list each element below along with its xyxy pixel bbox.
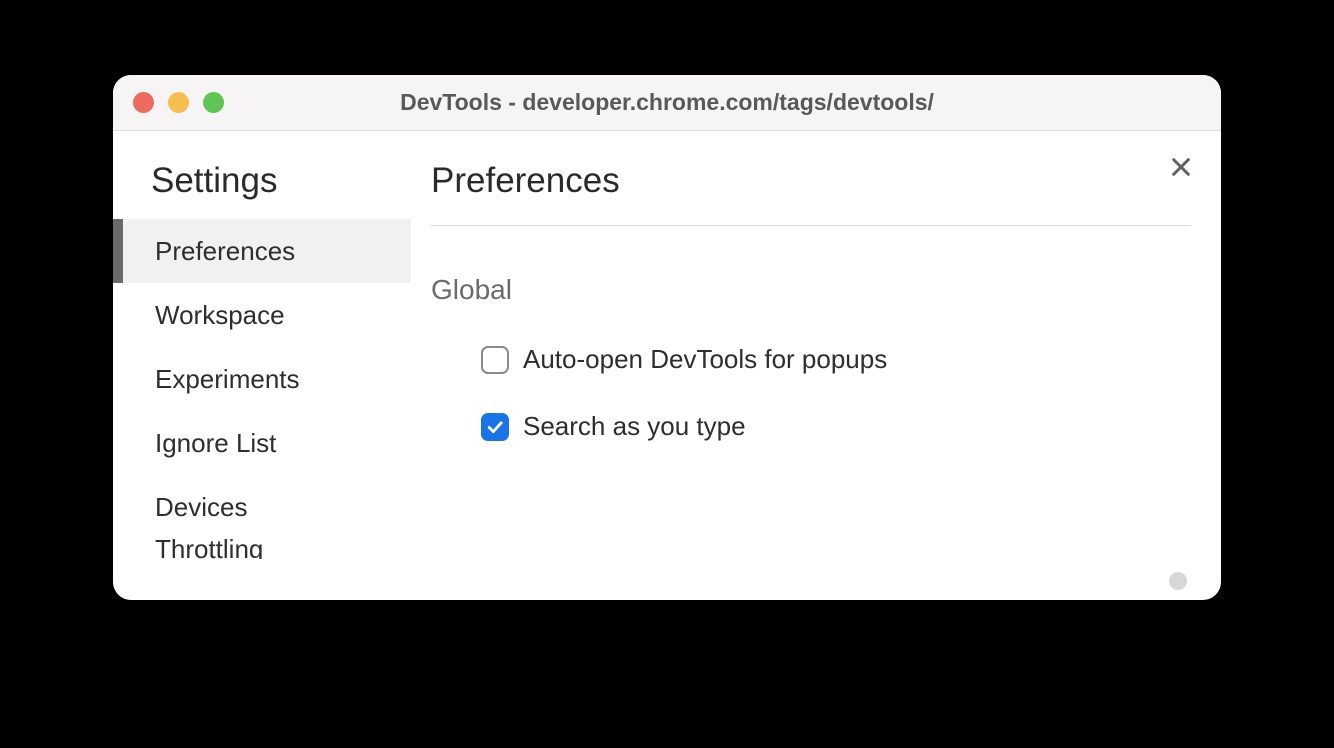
close-window-button[interactable] (133, 92, 154, 113)
checkbox-auto-open-devtools[interactable] (481, 346, 509, 374)
sidebar-item-throttling[interactable]: Throttling (113, 539, 411, 559)
scrollbar-thumb[interactable] (1169, 572, 1187, 590)
maximize-window-button[interactable] (203, 92, 224, 113)
window-title: DevTools - developer.chrome.com/tags/dev… (113, 89, 1221, 116)
sidebar-item-ignore-list[interactable]: Ignore List (113, 411, 411, 475)
sidebar-item-devices[interactable]: Devices (113, 475, 411, 539)
sidebar-title: Settings (113, 161, 411, 219)
sidebar-item-label: Throttling (155, 539, 263, 559)
main-panel: Preferences Global Auto-open DevTools fo… (411, 131, 1221, 600)
sidebar-item-label: Workspace (155, 300, 285, 331)
section-heading-global: Global (431, 274, 1181, 306)
close-icon (1170, 156, 1192, 178)
sidebar-item-label: Preferences (155, 236, 295, 267)
sidebar-item-preferences[interactable]: Preferences (113, 219, 411, 283)
content-area: Settings Preferences Workspace Experimen… (113, 131, 1221, 600)
option-label: Auto-open DevTools for popups (523, 344, 887, 375)
close-settings-button[interactable] (1167, 153, 1195, 181)
sidebar: Settings Preferences Workspace Experimen… (113, 131, 411, 600)
option-label: Search as you type (523, 411, 746, 442)
traffic-lights (133, 92, 224, 113)
sidebar-item-label: Experiments (155, 364, 300, 395)
sidebar-item-label: Ignore List (155, 428, 276, 459)
sidebar-item-experiments[interactable]: Experiments (113, 347, 411, 411)
titlebar: DevTools - developer.chrome.com/tags/dev… (113, 75, 1221, 131)
scroll-area[interactable]: Global Auto-open DevTools for popups Sea… (431, 225, 1191, 600)
app-window: DevTools - developer.chrome.com/tags/dev… (113, 75, 1221, 600)
option-search-as-you-type: Search as you type (431, 393, 1181, 460)
minimize-window-button[interactable] (168, 92, 189, 113)
checkbox-search-as-you-type[interactable] (481, 413, 509, 441)
sidebar-item-label: Devices (155, 492, 247, 523)
sidebar-item-workspace[interactable]: Workspace (113, 283, 411, 347)
checkmark-icon (485, 417, 505, 437)
option-auto-open-devtools: Auto-open DevTools for popups (431, 326, 1181, 393)
page-heading: Preferences (431, 161, 1191, 201)
